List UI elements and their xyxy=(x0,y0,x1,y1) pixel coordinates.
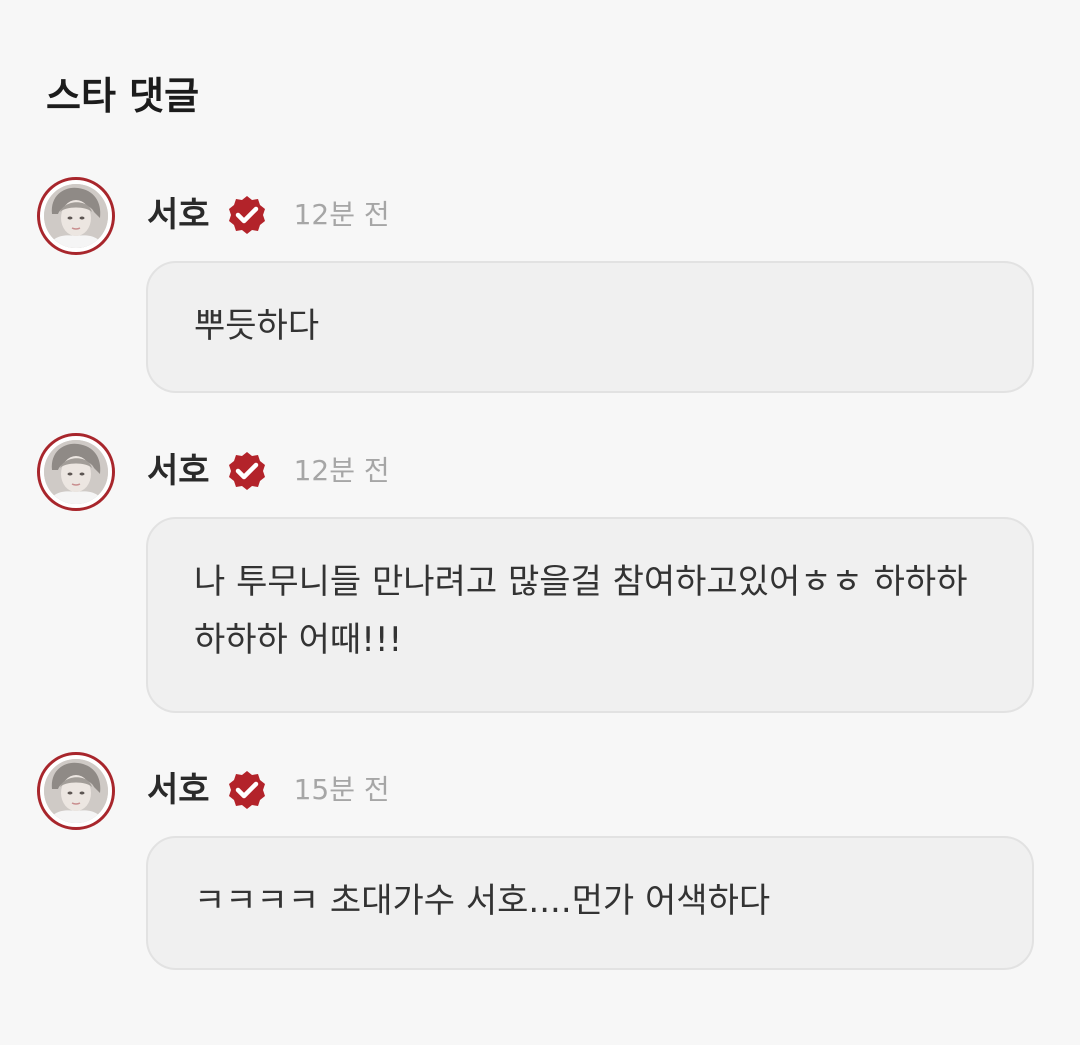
verified-badge-icon xyxy=(226,769,268,811)
comment-text: ㅋㅋㅋㅋ 초대가수 서호....먼가 어색하다 xyxy=(194,881,771,921)
comment-header: 서호 12분 전 xyxy=(147,443,390,499)
comment-timestamp: 12분 전 xyxy=(293,454,390,487)
comment-header: 서호 15분 전 xyxy=(147,762,390,818)
comment-header: 서호 12분 전 xyxy=(147,187,390,243)
verified-badge-icon xyxy=(226,450,268,492)
comment-text: 뿌듯하다 xyxy=(194,306,320,346)
avatar[interactable] xyxy=(37,433,115,511)
avatar[interactable] xyxy=(37,177,115,255)
section-title: 스타 댓글 xyxy=(46,74,200,118)
verified-badge-icon xyxy=(226,194,268,236)
author-name[interactable]: 서호 xyxy=(147,770,210,810)
avatar-photo xyxy=(44,440,108,504)
avatar-photo xyxy=(44,184,108,248)
comment-bubble: ㅋㅋㅋㅋ 초대가수 서호....먼가 어색하다 xyxy=(146,836,1034,970)
comment-timestamp: 15분 전 xyxy=(293,773,390,806)
comment-bubble: 뿌듯하다 xyxy=(146,261,1034,393)
comment-timestamp: 12분 전 xyxy=(293,198,390,231)
avatar[interactable] xyxy=(37,752,115,830)
author-name[interactable]: 서호 xyxy=(147,195,210,235)
comment-bubble: 나 투무니들 만나려고 많을걸 참여하고있어ㅎㅎ 하하하하하하 어때!!! xyxy=(146,517,1034,713)
author-name[interactable]: 서호 xyxy=(147,451,210,491)
comment-text: 나 투무니들 만나려고 많을걸 참여하고있어ㅎㅎ 하하하하하하 어때!!! xyxy=(194,562,968,660)
avatar-photo xyxy=(44,759,108,823)
